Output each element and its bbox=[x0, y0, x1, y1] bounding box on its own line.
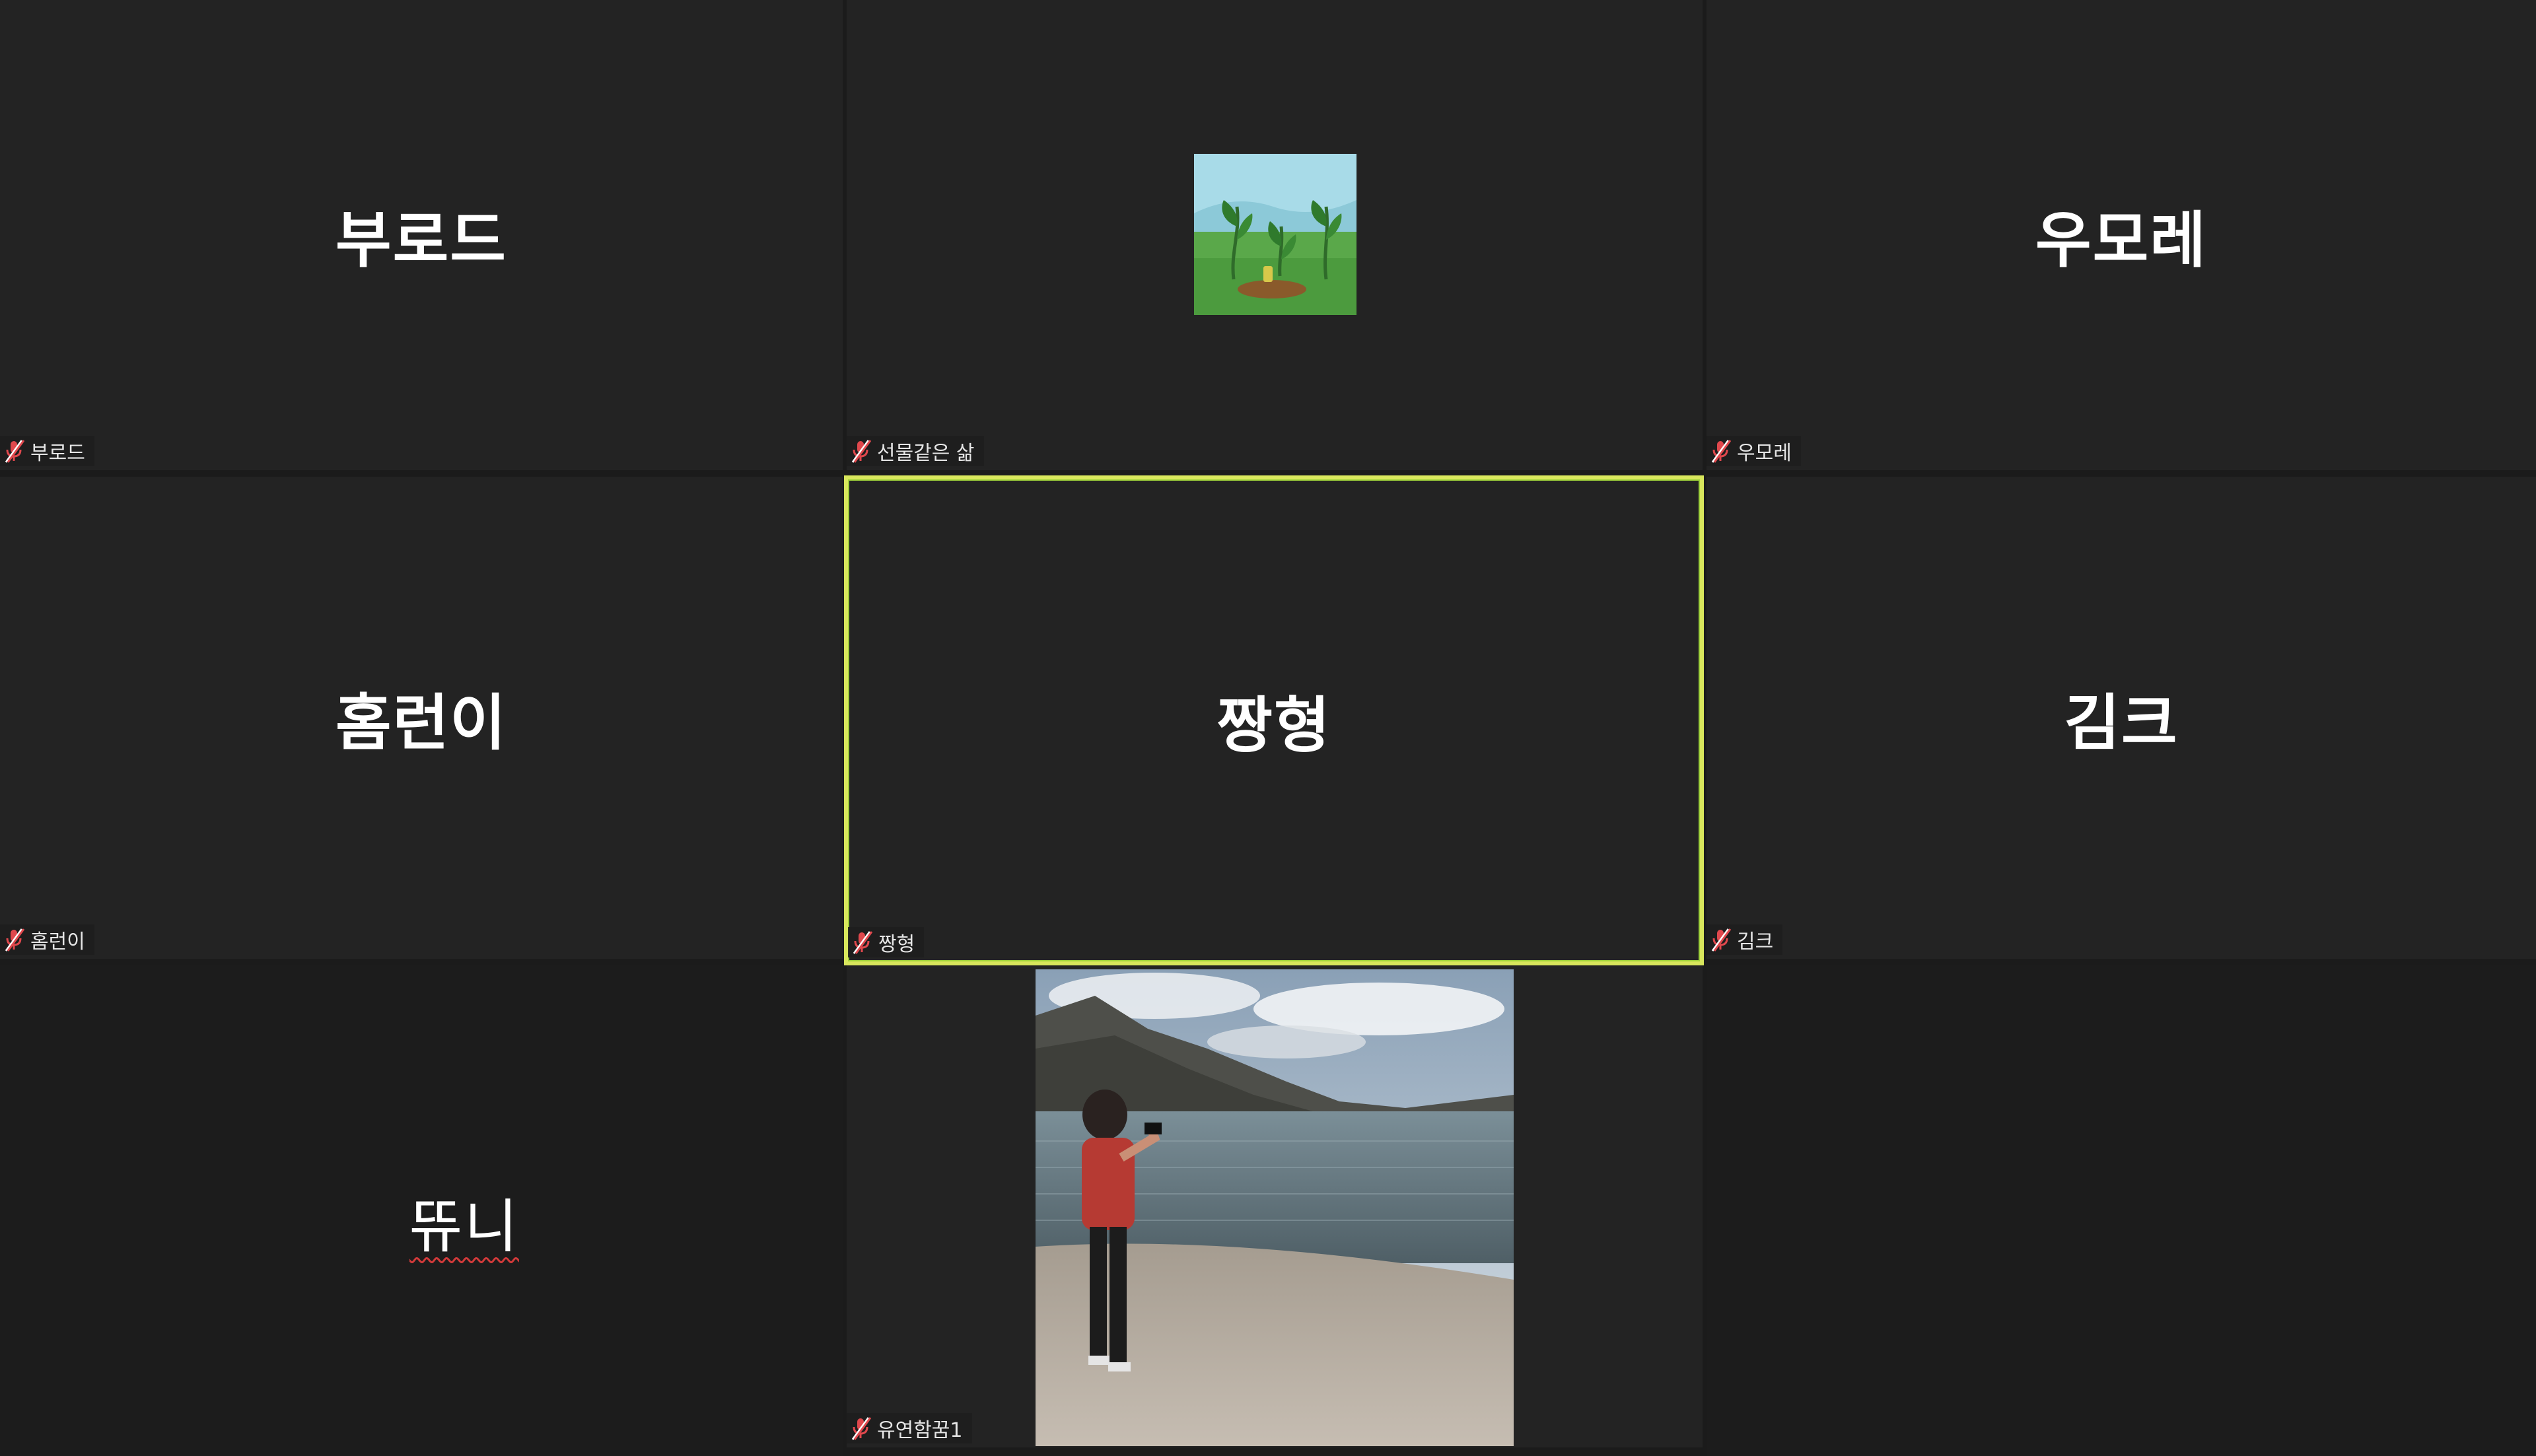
participant-name: 김크 bbox=[2064, 687, 2179, 759]
participant-label-text: 부로드 bbox=[30, 442, 85, 465]
participant-label: 짱형 bbox=[848, 927, 925, 957]
participant-label-text: 홈런이 bbox=[30, 930, 85, 953]
mic-muted-icon bbox=[1709, 438, 1732, 464]
participant-label-text: 유연함꿈1 bbox=[877, 1419, 963, 1442]
mic-muted-icon bbox=[1709, 927, 1732, 952]
video-feed bbox=[1036, 969, 1514, 1446]
participant-tile-6[interactable]: 김크 김크 bbox=[1707, 477, 2536, 959]
participant-tile-7[interactable]: 뜌니 bbox=[0, 965, 843, 1456]
participant-name: 홈런이 bbox=[335, 687, 507, 759]
participant-label: 선물같은 삶 bbox=[847, 436, 984, 466]
participant-name: 뜌니 bbox=[86, 1180, 843, 1264]
video-grid: 부로드 부로드 선물같은 삶 우모레 우모레 홈런이 홈런이 짱형 짱형 김크 … bbox=[0, 0, 2536, 1456]
empty-tile bbox=[1707, 965, 2536, 1456]
mic-muted-icon bbox=[3, 438, 25, 464]
participant-name-text: 뜌니 bbox=[409, 1193, 519, 1261]
participant-tile-8[interactable]: 유연함꿈1 bbox=[847, 965, 1703, 1447]
mic-muted-icon bbox=[849, 438, 872, 464]
participant-label-text: 우모레 bbox=[1737, 442, 1792, 465]
participant-tile-3[interactable]: 우모레 우모레 bbox=[1707, 0, 2536, 470]
participant-label-text: 짱형 bbox=[878, 933, 915, 956]
participant-tile-1[interactable]: 부로드 부로드 bbox=[0, 0, 843, 470]
participant-label: 김크 bbox=[1707, 924, 1783, 955]
participant-name: 우모레 bbox=[2035, 205, 2207, 276]
participant-label-text: 선물같은 삶 bbox=[877, 442, 975, 465]
participant-tile-4[interactable]: 홈런이 홈런이 bbox=[0, 477, 843, 959]
participant-label: 부로드 bbox=[0, 436, 94, 466]
participant-name: 부로드 bbox=[335, 205, 507, 276]
participant-tile-5[interactable]: 짱형 짱형 bbox=[844, 475, 1704, 965]
participant-tile-2[interactable]: 선물같은 삶 bbox=[847, 0, 1703, 470]
profile-picture bbox=[1194, 154, 1356, 315]
mic-muted-icon bbox=[849, 1416, 872, 1441]
participant-name: 짱형 bbox=[1216, 690, 1331, 761]
participant-label: 홈런이 bbox=[0, 924, 94, 955]
mic-muted-icon bbox=[3, 927, 25, 952]
mic-muted-icon bbox=[851, 930, 873, 955]
participant-label: 우모레 bbox=[1707, 436, 1801, 466]
participant-label: 유연함꿈1 bbox=[847, 1413, 972, 1443]
participant-label-text: 김크 bbox=[1737, 930, 1774, 953]
